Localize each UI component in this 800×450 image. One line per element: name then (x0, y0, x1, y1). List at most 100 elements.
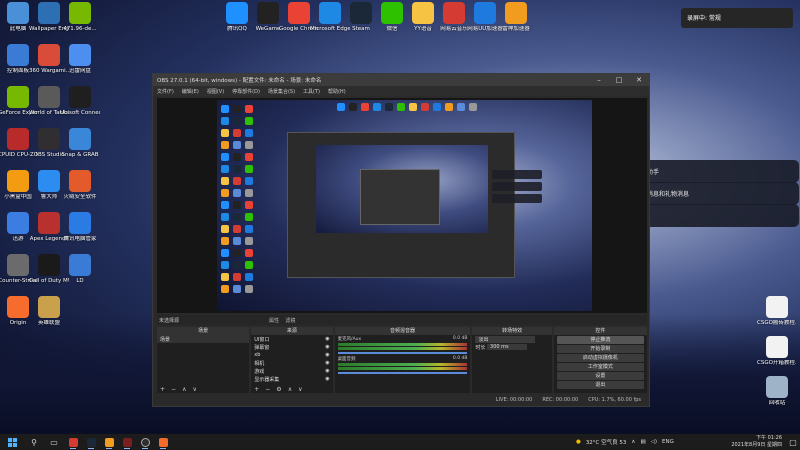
minimize-icon[interactable]: – (589, 76, 609, 84)
eye-icon[interactable]: ◉ (325, 376, 329, 382)
obs-statusbar: LIVE: 00:00:00 REC: 00:00:00 CPU: 1.7%, … (157, 395, 647, 405)
eye-icon[interactable]: ◉ (325, 368, 329, 374)
transition-select[interactable]: 淡出 (472, 335, 551, 343)
desktop-icon[interactable]: 回收站 (757, 376, 797, 407)
desktop-icon[interactable]: CSGO开箱教程.txt (757, 336, 797, 367)
desktop-icon[interactable]: CSGO搬砖教程.txt (757, 296, 797, 327)
desktop-level-meter (337, 363, 468, 366)
menu-scene-collection[interactable]: 场景集合(S) (268, 88, 295, 95)
remove-icon[interactable]: − (171, 386, 176, 393)
preview-app-icon (221, 165, 229, 173)
taskbar-app-obs[interactable] (136, 434, 154, 450)
preview-app-icon (233, 249, 241, 257)
desktop-icon[interactable]: Ubisoft Connect (60, 86, 100, 117)
stop-streaming-button[interactable]: 停止推流 (556, 336, 644, 344)
desktop-icon[interactable]: Snap & GRAB (60, 128, 100, 159)
desktop-icon[interactable]: 火绒安全软件 (60, 170, 100, 201)
volume-icon[interactable]: ◁) (651, 439, 657, 445)
duration-row: 时长 300 ms (472, 343, 551, 351)
app-icon (288, 2, 310, 24)
network-icon[interactable]: ▤ (640, 439, 645, 445)
scene-item[interactable]: 场景 (157, 335, 250, 343)
mic-volume-slider[interactable] (337, 352, 468, 354)
taskbar-app-steam[interactable] (82, 434, 100, 450)
eye-icon[interactable]: ◉ (325, 360, 329, 366)
desktop-icon[interactable]: LD (60, 254, 100, 285)
menu-edit[interactable]: 编辑(E) (182, 88, 199, 95)
taskbar-app-danmaku[interactable] (154, 434, 172, 450)
preview-app-icon (245, 177, 253, 185)
source-toolbar: 未选择源 属性 滤镜 (157, 315, 647, 325)
clock[interactable]: 下午 01:26 2021年8月9日 星期四 (731, 435, 782, 449)
app-icon (766, 296, 788, 318)
chevron-up-icon[interactable]: ∧ (631, 439, 635, 445)
studio-mode-button[interactable]: 工作室模式 (556, 363, 644, 371)
properties-button[interactable]: 属性 (269, 318, 279, 324)
preview-app-icon (245, 129, 253, 137)
add-icon[interactable]: + (160, 386, 165, 393)
filters-button[interactable]: 滤镜 (285, 318, 295, 324)
menu-help[interactable]: 帮助(H) (328, 88, 346, 95)
menu-file[interactable]: 文件(F) (157, 88, 174, 95)
duration-input[interactable]: 300 ms (487, 344, 528, 350)
preview-app-icon (385, 103, 393, 111)
app-icon (7, 86, 29, 108)
menu-tools[interactable]: 工具(T) (303, 88, 320, 95)
language-indicator[interactable]: ENG (662, 439, 674, 445)
preview-app-icon (245, 153, 253, 161)
eye-icon[interactable]: ◉ (325, 336, 329, 342)
preview-app-icon (245, 285, 253, 293)
windows-start-icon[interactable] (0, 434, 24, 450)
virtual-camera-button[interactable]: 启动虚拟摄像机 (556, 354, 644, 362)
source-item[interactable]: UI窗口 ◉ (251, 335, 332, 343)
menu-view[interactable]: 视图(V) (207, 88, 224, 95)
gear-icon[interactable]: ⚙ (276, 386, 281, 393)
close-icon[interactable]: ✕ (629, 76, 649, 84)
weather-text[interactable]: 32°C 空气良 53 (586, 438, 627, 446)
desktop-icon[interactable]: 雷神加速器 (496, 2, 536, 33)
up-icon[interactable]: ∧ (182, 386, 186, 393)
down-icon[interactable]: ∨ (192, 386, 196, 393)
desktop-volume-slider[interactable] (337, 372, 468, 374)
settings-button[interactable]: 设置 (556, 372, 644, 380)
taskbar-app-game[interactable] (118, 434, 136, 450)
down-icon[interactable]: ∨ (298, 386, 302, 393)
source-item[interactable]: 游戏 ◉ (251, 367, 332, 375)
search-icon[interactable]: ⚲ (24, 434, 44, 450)
source-item[interactable]: xb ◉ (251, 351, 332, 359)
app-icon (38, 212, 60, 234)
exit-button[interactable]: 退出 (556, 381, 644, 389)
eye-icon[interactable]: ◉ (325, 344, 329, 350)
preview-app-icon (245, 225, 253, 233)
desktop-icon[interactable]: 腾讯电脑管家 (60, 212, 100, 243)
desktop-icon[interactable]: 迅雷网盘 (60, 44, 100, 75)
taskbar-app-orange[interactable] (100, 434, 118, 450)
task-view-icon[interactable]: ▭ (44, 434, 64, 450)
maximize-icon[interactable]: □ (609, 76, 629, 84)
desktop-icon-label: 471.96-de... (63, 26, 97, 32)
add-icon[interactable]: + (254, 386, 259, 393)
mixer-row-desktop: 桌面音频 0.0 dB (335, 355, 471, 375)
obs-titlebar[interactable]: OBS 27.0.1 (64-bit, windows) - 配置文件: 未命名… (153, 74, 649, 86)
taskbar-app-netease[interactable] (64, 434, 82, 450)
notification-icon[interactable]: ▢ (786, 434, 800, 450)
menu-docks[interactable]: 停靠部件(D) (232, 88, 260, 95)
desktop-icon[interactable]: 471.96-de... (60, 2, 100, 33)
remove-icon[interactable]: − (265, 386, 270, 393)
start-recording-button[interactable]: 开始录制 (556, 345, 644, 353)
up-icon[interactable]: ∧ (288, 386, 292, 393)
obs-preview[interactable] (157, 98, 647, 313)
source-item[interactable]: 弹幕窗 ◉ (251, 343, 332, 351)
props-filters: 属性 滤镜 (269, 317, 295, 324)
source-item[interactable]: 相机 ◉ (251, 359, 332, 367)
netease-music-icon (68, 437, 78, 447)
app-icon (38, 296, 60, 318)
source-item[interactable]: 显示器采集 ◉ (251, 375, 332, 383)
mixer-row-mic: 麦克风/Aux 0.0 dB (335, 335, 471, 355)
eye-icon[interactable]: ◉ (325, 352, 329, 358)
preview-nested-obs-2 (360, 169, 440, 225)
source-item-label: 显示器采集 (254, 376, 280, 383)
desktop-icon[interactable]: 英雄联盟 (29, 296, 69, 327)
source-list: UI窗口 ◉ 弹幕窗 ◉ xb ◉ 相机 ◉ 游戏 ◉ 显示器采集 ◉ (251, 335, 332, 383)
mixer-title: 音频混音器 (334, 327, 471, 335)
